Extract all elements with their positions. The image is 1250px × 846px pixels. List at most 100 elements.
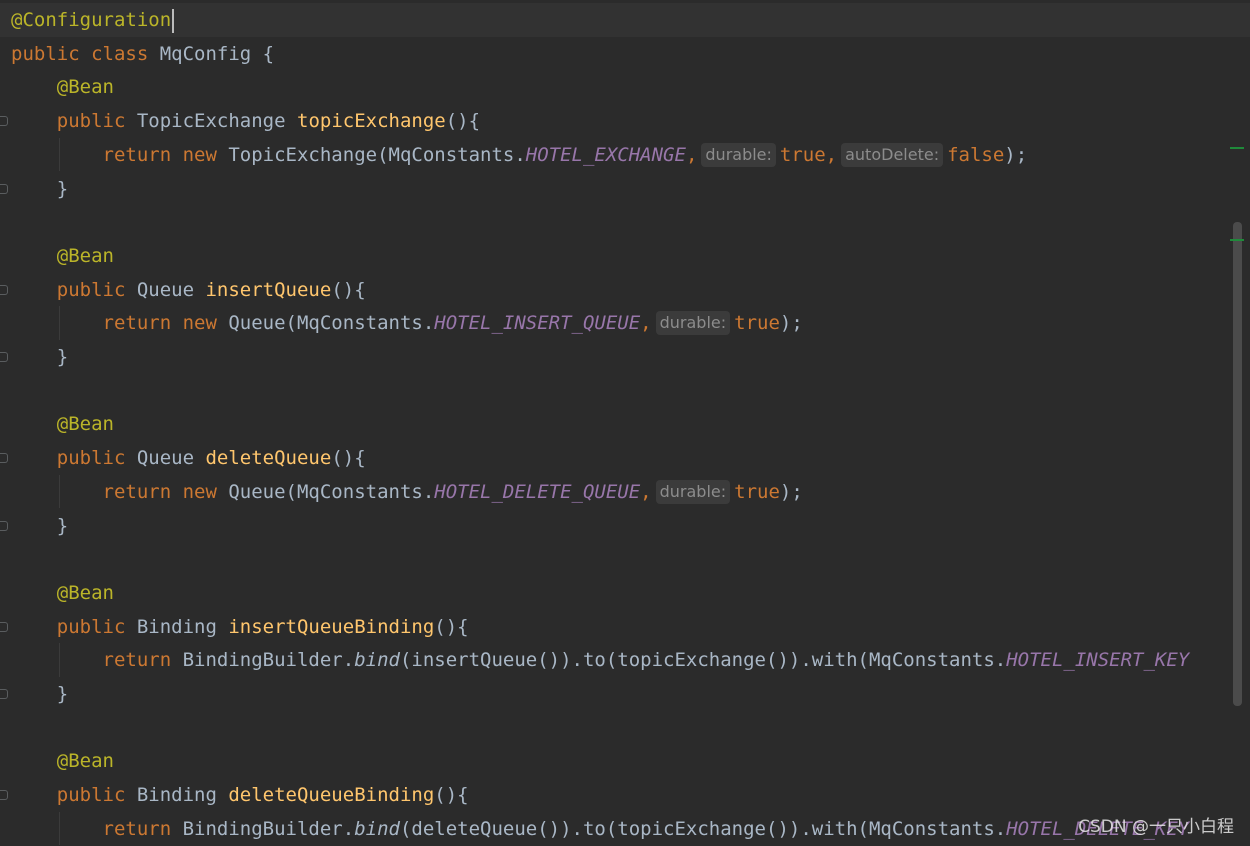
- code-token: true,: [779, 143, 838, 166]
- code-token: Queue(MqConstants.: [228, 312, 435, 335]
- fold-icon[interactable]: [0, 284, 8, 295]
- code-token: MqConfig {: [159, 42, 275, 65]
- code-editor[interactable]: @Configuration public class MqConfig { @B…: [0, 0, 1250, 846]
- code-line[interactable]: public class MqConfig {: [11, 37, 274, 71]
- code-token: @Configuration: [11, 9, 172, 31]
- code-token: HOTEL_INSERT_QUEUE: [434, 312, 641, 335]
- indent-guide: [59, 137, 60, 172]
- code-token: false: [947, 143, 1005, 166]
- code-token: true: [734, 312, 780, 335]
- code-token: deleteQueue: [205, 447, 332, 470]
- code-token: topicExchange: [297, 110, 446, 133]
- code-token: }: [11, 346, 69, 368]
- code-line[interactable]: public TopicExchange topicExchange(){: [11, 104, 480, 138]
- code-token: public: [56, 110, 137, 133]
- fold-icon[interactable]: [0, 621, 8, 632]
- code-line[interactable]: @Configuration: [0, 3, 1250, 37]
- fold-icon[interactable]: [0, 116, 8, 127]
- fold-icon[interactable]: [0, 520, 8, 531]
- code-token: public: [56, 615, 137, 638]
- code-token: HOTEL_EXCHANGE: [525, 143, 686, 166]
- code-line[interactable]: return new Queue(MqConstants.HOTEL_INSER…: [11, 306, 803, 340]
- watermark: CSDN @一只小白程: [1078, 817, 1234, 837]
- code-token: HOTEL_INSERT_KEY: [1006, 649, 1190, 672]
- text-cursor: [172, 8, 175, 33]
- code-token: BindingBuilder.: [182, 649, 355, 672]
- code-token: (){: [445, 110, 481, 133]
- fold-icon[interactable]: [0, 689, 8, 699]
- code-token: }: [11, 514, 69, 537]
- code-line[interactable]: return BindingBuilder.bind(deleteQueue()…: [11, 812, 1190, 846]
- code-token: (insertQueue()).to(topicExchange()).with…: [399, 649, 1007, 672]
- code-token: insertQueue: [205, 278, 332, 301]
- code-token: HOTEL_DELETE_QUEUE: [434, 480, 641, 503]
- code-line[interactable]: return new Queue(MqConstants.HOTEL_DELET…: [11, 475, 803, 509]
- indent-guide: [59, 306, 60, 340]
- code-token: Queue: [136, 447, 206, 470]
- code-token: bind: [354, 649, 400, 672]
- code-line[interactable]: public Binding deleteQueueBinding(){: [11, 778, 469, 812]
- code-token: );: [779, 312, 803, 335]
- fold-icon[interactable]: [0, 183, 8, 194]
- code-line[interactable]: }: [11, 677, 68, 711]
- code-token: (){: [434, 615, 469, 638]
- code-token: Binding: [136, 784, 229, 807]
- code-line[interactable]: public Queue deleteQueue(){: [11, 441, 366, 475]
- code-token: return new: [102, 480, 229, 503]
- code-token: ,: [640, 480, 652, 503]
- code-token: @Bean: [56, 581, 114, 604]
- fold-icon[interactable]: [0, 352, 8, 362]
- code-line[interactable]: return BindingBuilder.bind(insertQueue()…: [11, 643, 1190, 677]
- code-token: BindingBuilder.: [182, 817, 355, 840]
- code-token: @Bean: [56, 244, 114, 267]
- code-line[interactable]: public Queue insertQueue(){: [11, 273, 366, 307]
- code-token: ,: [685, 143, 698, 166]
- code-token: insertQueueBinding: [228, 615, 435, 638]
- code-token: public: [56, 278, 137, 301]
- parameter-hint: durable:: [701, 142, 776, 167]
- code-line[interactable]: @Bean: [11, 239, 114, 273]
- code-token: TopicExchange: [136, 110, 297, 133]
- fold-icon[interactable]: [0, 453, 8, 464]
- fold-icon[interactable]: [0, 790, 8, 801]
- code-line[interactable]: @Bean: [11, 576, 114, 610]
- code-token: public class: [11, 42, 160, 65]
- code-token: (){: [331, 278, 366, 301]
- code-token: deleteQueueBinding: [228, 784, 435, 807]
- code-token: Queue(MqConstants.: [228, 480, 435, 503]
- parameter-hint: durable:: [655, 479, 731, 504]
- code-token: Binding: [136, 615, 229, 638]
- code-line[interactable]: @Bean: [11, 70, 114, 104]
- vertical-scrollbar[interactable]: [1233, 222, 1242, 706]
- code-token: Queue: [136, 278, 206, 301]
- code-line[interactable]: }: [11, 172, 68, 206]
- code-token: return new: [102, 312, 229, 335]
- parameter-hint: autoDelete:: [841, 142, 944, 167]
- change-marker: [1230, 239, 1244, 241]
- indent-guide: [59, 474, 60, 509]
- code-line[interactable]: }: [11, 340, 68, 374]
- code-token: );: [1004, 143, 1028, 166]
- code-token: }: [11, 683, 69, 705]
- code-line[interactable]: @Bean: [11, 744, 114, 778]
- code-line[interactable]: return new TopicExchange(MqConstants.HOT…: [11, 138, 1027, 172]
- code-line[interactable]: public Binding insertQueueBinding(){: [11, 610, 469, 644]
- code-token: TopicExchange(MqConstants.: [228, 143, 526, 166]
- fold-gutter: [0, 0, 11, 843]
- code-line[interactable]: }: [11, 509, 68, 543]
- code-token: return: [102, 649, 183, 672]
- code-line[interactable]: @Bean: [11, 407, 114, 441]
- code-token: @Bean: [56, 750, 114, 773]
- code-token: (){: [434, 784, 469, 807]
- code-token: return new: [102, 143, 229, 166]
